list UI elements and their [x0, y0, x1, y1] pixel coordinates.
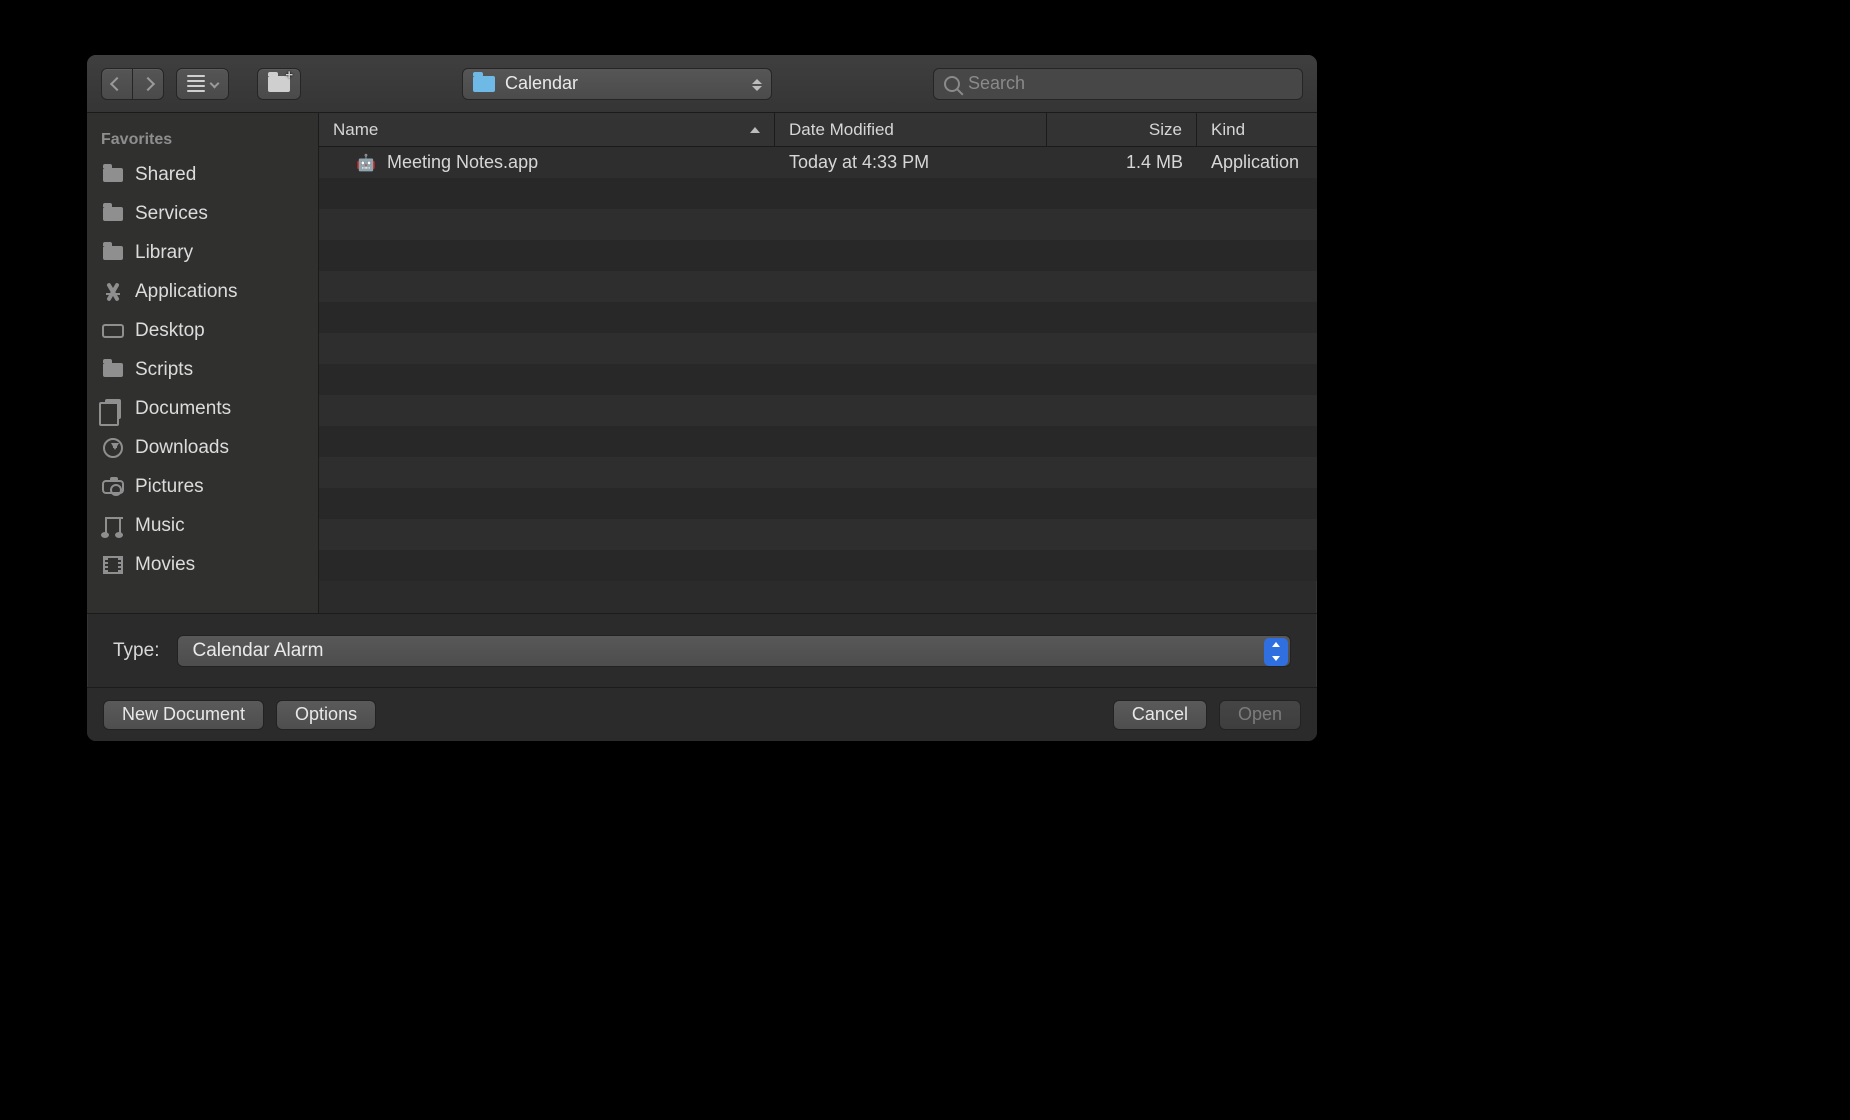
sidebar-item-documents[interactable]: Documents — [87, 389, 318, 428]
empty-row — [319, 333, 1317, 364]
camera-icon — [101, 480, 125, 494]
cancel-button[interactable]: Cancel — [1113, 700, 1207, 730]
sidebar-item-label: Music — [135, 515, 185, 537]
desktop-icon — [101, 324, 125, 338]
empty-row — [319, 457, 1317, 488]
type-label: Type: — [113, 640, 159, 662]
back-button[interactable] — [101, 68, 132, 100]
folder-icon — [101, 207, 125, 221]
empty-row — [319, 488, 1317, 519]
column-header-name[interactable]: Name — [319, 113, 775, 146]
app-icon — [101, 282, 125, 302]
search-field[interactable]: Search — [933, 68, 1303, 100]
folder-icon — [473, 76, 495, 92]
sidebar-item-shared[interactable]: Shared — [87, 155, 318, 194]
column-header-size[interactable]: Size — [1047, 113, 1197, 146]
folder-icon — [101, 168, 125, 182]
sidebar-item-music[interactable]: Music — [87, 506, 318, 545]
stepper-icon — [1264, 638, 1288, 666]
file-date: Today at 4:33 PM — [775, 152, 1047, 173]
new-folder-icon — [268, 76, 290, 92]
forward-button[interactable] — [132, 68, 164, 100]
sidebar-item-downloads[interactable]: Downloads — [87, 428, 318, 467]
empty-row — [319, 178, 1317, 209]
empty-row — [319, 364, 1317, 395]
search-placeholder: Search — [968, 73, 1025, 94]
type-select[interactable]: Calendar Alarm — [177, 635, 1291, 667]
doc-icon — [101, 399, 125, 419]
folder-icon — [101, 363, 125, 377]
sidebar: Favorites Shared Services Library Applicati… — [87, 113, 319, 613]
type-value: Calendar Alarm — [192, 640, 323, 662]
sidebar-item-movies[interactable]: Movies — [87, 545, 318, 584]
file-name: Meeting Notes.app — [387, 152, 538, 173]
open-dialog: Calendar Search Favorites Shared Services… — [86, 54, 1318, 742]
file-size: 1.4 MB — [1047, 152, 1197, 173]
sidebar-header: Favorites — [87, 121, 318, 155]
new-document-button[interactable]: New Document — [103, 700, 264, 730]
film-icon — [101, 556, 125, 574]
empty-row — [319, 302, 1317, 333]
empty-row — [319, 519, 1317, 550]
empty-row — [319, 426, 1317, 457]
sidebar-item-label: Services — [135, 203, 208, 225]
updown-icon — [751, 73, 763, 97]
application-icon: 🤖 — [355, 153, 377, 173]
location-popup[interactable]: Calendar — [462, 68, 772, 100]
sidebar-item-desktop[interactable]: Desktop — [87, 311, 318, 350]
sidebar-item-label: Desktop — [135, 320, 205, 342]
file-row[interactable]: 🤖 Meeting Notes.app Today at 4:33 PM1.4 MB… — [319, 147, 1317, 178]
chevron-left-icon — [110, 76, 124, 90]
empty-row — [319, 240, 1317, 271]
sidebar-item-services[interactable]: Services — [87, 194, 318, 233]
sidebar-item-label: Library — [135, 242, 193, 264]
empty-row — [319, 395, 1317, 426]
sidebar-item-applications[interactable]: Applications — [87, 272, 318, 311]
download-icon — [101, 438, 125, 458]
chevron-right-icon — [141, 76, 155, 90]
music-icon — [101, 517, 125, 535]
empty-row — [319, 550, 1317, 581]
sidebar-item-label: Shared — [135, 164, 196, 186]
column-header-kind[interactable]: Kind — [1197, 113, 1317, 146]
sidebar-item-pictures[interactable]: Pictures — [87, 467, 318, 506]
type-bar: Type: Calendar Alarm — [87, 613, 1317, 687]
view-mode-button[interactable] — [176, 68, 229, 100]
empty-row — [319, 271, 1317, 302]
sidebar-item-scripts[interactable]: Scripts — [87, 350, 318, 389]
chevron-down-icon — [210, 79, 220, 89]
column-header-row: Name Date Modified Size Kind — [319, 113, 1317, 147]
sidebar-item-label: Movies — [135, 554, 195, 576]
open-button[interactable]: Open — [1219, 700, 1301, 730]
options-button[interactable]: Options — [276, 700, 376, 730]
empty-row — [319, 209, 1317, 240]
column-header-date[interactable]: Date Modified — [775, 113, 1047, 146]
nav-back-forward — [101, 68, 164, 100]
new-folder-button[interactable] — [257, 68, 301, 100]
sort-ascending-icon — [750, 127, 760, 133]
file-area: Name Date Modified Size Kind 🤖 Meeting No… — [319, 113, 1317, 613]
file-list: 🤖 Meeting Notes.app Today at 4:33 PM1.4 MB… — [319, 147, 1317, 613]
list-view-icon — [187, 75, 205, 92]
location-label: Calendar — [505, 73, 578, 94]
search-icon — [944, 76, 960, 92]
toolbar: Calendar Search — [87, 55, 1317, 113]
sidebar-item-label: Applications — [135, 281, 237, 303]
sidebar-item-label: Downloads — [135, 437, 229, 459]
sidebar-item-label: Documents — [135, 398, 231, 420]
footer: New Document Options Cancel Open — [87, 687, 1317, 741]
sidebar-item-library[interactable]: Library — [87, 233, 318, 272]
folder-icon — [101, 246, 125, 260]
sidebar-item-label: Pictures — [135, 476, 204, 498]
file-kind: Application — [1197, 152, 1317, 173]
sidebar-item-label: Scripts — [135, 359, 193, 381]
